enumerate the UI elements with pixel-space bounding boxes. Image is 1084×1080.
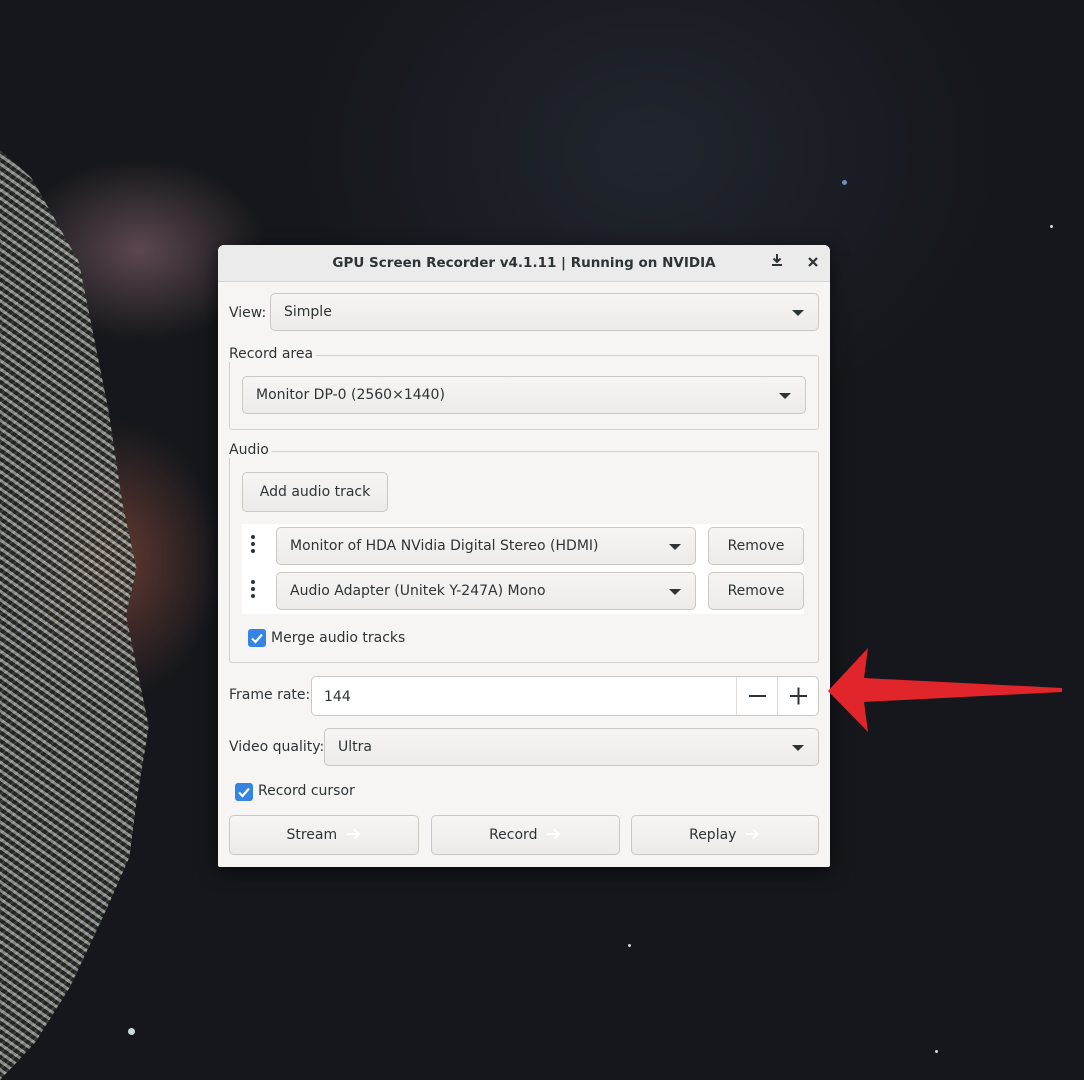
video-quality-dropdown[interactable]: Ultra bbox=[324, 728, 819, 766]
chevron-down-icon bbox=[669, 589, 681, 595]
frame-rate-decrement-button[interactable] bbox=[736, 677, 778, 715]
background-star bbox=[128, 1028, 135, 1035]
view-label: View: bbox=[229, 305, 267, 321]
arrow-right-icon bbox=[745, 828, 760, 840]
stream-button[interactable]: Stream bbox=[229, 815, 419, 855]
download-icon[interactable] bbox=[767, 253, 787, 273]
plus-icon bbox=[790, 687, 807, 705]
record-cursor-checkbox[interactable] bbox=[235, 783, 253, 801]
annotation-arrow-icon bbox=[828, 648, 1062, 732]
merge-audio-label: Merge audio tracks bbox=[271, 630, 406, 646]
record-cursor-label: Record cursor bbox=[258, 783, 355, 799]
add-audio-track-button[interactable]: Add audio track bbox=[242, 472, 388, 512]
frame-rate-spinner bbox=[311, 676, 819, 716]
record-button-label: Record bbox=[489, 827, 538, 843]
remove-track-2-button[interactable]: Remove bbox=[708, 572, 804, 610]
background-star bbox=[628, 944, 631, 947]
checkmark-icon bbox=[251, 633, 263, 644]
replay-button-label: Replay bbox=[689, 827, 737, 843]
arrow-right-icon bbox=[346, 828, 361, 840]
background-sculpture bbox=[0, 150, 149, 1080]
background-star bbox=[1050, 225, 1053, 228]
background-star bbox=[842, 180, 847, 185]
view-dropdown[interactable]: Simple bbox=[270, 293, 819, 331]
title-bar: GPU Screen Recorder v4.1.11 | Running on… bbox=[218, 245, 830, 282]
window-title: GPU Screen Recorder v4.1.11 | Running on… bbox=[332, 255, 716, 271]
record-area-value: Monitor DP-0 (2560×1440) bbox=[256, 387, 445, 403]
drag-handle-icon[interactable] bbox=[250, 535, 256, 557]
record-area-dropdown[interactable]: Monitor DP-0 (2560×1440) bbox=[242, 376, 806, 414]
audio-track-1-value: Monitor of HDA NVidia Digital Stereo (HD… bbox=[290, 538, 599, 554]
video-quality-value: Ultra bbox=[338, 739, 372, 755]
audio-label: Audio bbox=[229, 442, 272, 458]
replay-button[interactable]: Replay bbox=[631, 815, 819, 855]
checkmark-icon bbox=[238, 787, 250, 798]
chevron-down-icon bbox=[792, 310, 804, 316]
arrow-right-icon bbox=[546, 828, 561, 840]
audio-track-2-dropdown[interactable]: Audio Adapter (Unitek Y-247A) Mono bbox=[276, 572, 696, 610]
background-star bbox=[935, 1050, 938, 1053]
audio-track-2-value: Audio Adapter (Unitek Y-247A) Mono bbox=[290, 583, 546, 599]
chevron-down-icon bbox=[792, 745, 804, 751]
frame-rate-input[interactable] bbox=[322, 685, 726, 709]
minus-icon bbox=[749, 695, 766, 697]
video-quality-label: Video quality: bbox=[229, 739, 325, 755]
record-button[interactable]: Record bbox=[431, 815, 620, 855]
drag-handle-icon[interactable] bbox=[250, 580, 256, 602]
frame-rate-label: Frame rate: bbox=[229, 687, 311, 703]
close-icon[interactable] bbox=[803, 253, 823, 273]
chevron-down-icon bbox=[779, 393, 791, 399]
view-value: Simple bbox=[284, 304, 332, 320]
audio-track-1-dropdown[interactable]: Monitor of HDA NVidia Digital Stereo (HD… bbox=[276, 527, 696, 565]
record-area-label: Record area bbox=[229, 346, 317, 362]
merge-audio-checkbox[interactable] bbox=[248, 629, 266, 647]
chevron-down-icon bbox=[669, 544, 681, 550]
frame-rate-increment-button[interactable] bbox=[777, 677, 819, 715]
stream-button-label: Stream bbox=[286, 827, 338, 843]
remove-track-1-button[interactable]: Remove bbox=[708, 527, 804, 565]
